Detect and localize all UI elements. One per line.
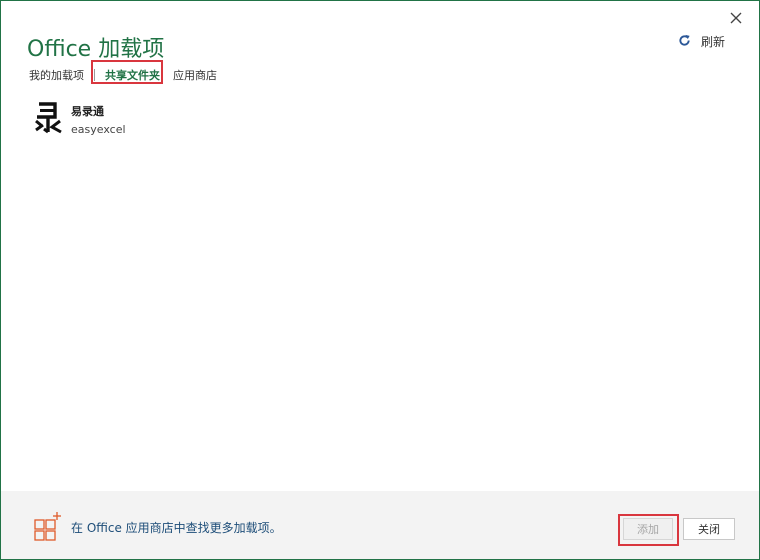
tab-divider	[166, 69, 167, 81]
refresh-icon	[678, 34, 691, 50]
store-addin-icon	[33, 511, 63, 544]
addin-tabs: 我的加载项 共享文件夹 应用商店	[29, 65, 217, 85]
dialog-title: Office 加载项	[27, 37, 165, 62]
dialog-footer: 在 Office 应用商店中查找更多加载项。 添加 关闭	[1, 491, 759, 559]
close-icon[interactable]	[727, 9, 745, 27]
tab-shared-folder[interactable]: 共享文件夹	[105, 65, 160, 85]
refresh-button[interactable]: 刷新	[678, 33, 725, 50]
addin-name: 易录通	[71, 105, 104, 118]
lu-character-logo-icon	[33, 101, 63, 135]
store-link-text: 在 Office 应用商店中查找更多加载项。	[71, 521, 282, 535]
add-button[interactable]: 添加	[623, 518, 673, 540]
addin-list-item[interactable]: 易录通 easyexcel	[33, 101, 126, 136]
tab-my-addins[interactable]: 我的加载项	[29, 65, 84, 85]
refresh-label: 刷新	[700, 35, 725, 49]
tab-store[interactable]: 应用商店	[173, 65, 217, 85]
store-link[interactable]: 在 Office 应用商店中查找更多加载项。	[33, 511, 282, 544]
tab-divider	[94, 69, 95, 81]
close-button[interactable]: 关闭	[683, 518, 735, 540]
office-addins-dialog: Office 加载项 刷新 我的加载项 共享文件夹 应用商店 易录通 easye…	[0, 0, 760, 560]
addin-description: easyexcel	[71, 123, 126, 136]
